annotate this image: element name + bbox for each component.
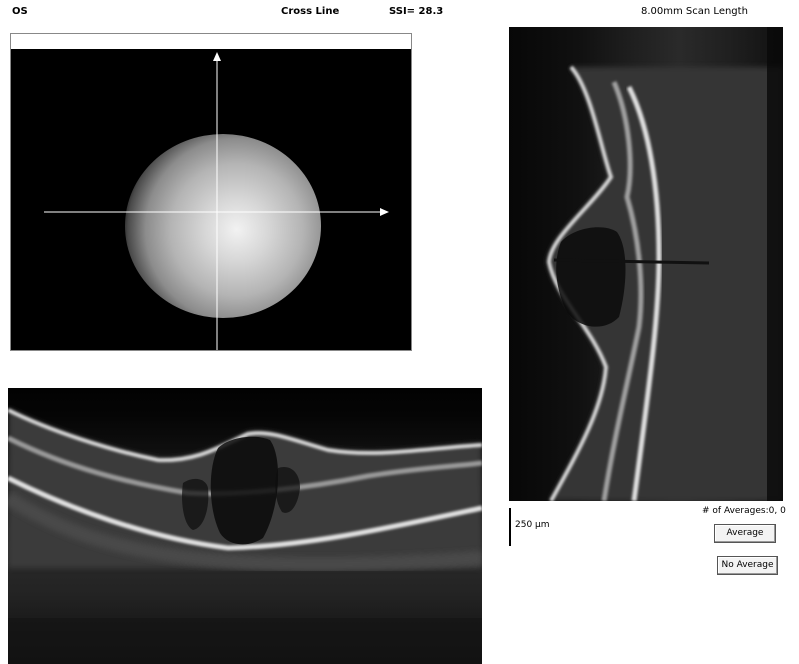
fundus-header-strip [11, 34, 411, 50]
eye-label: OS [12, 6, 28, 17]
scale-bar-label: 250 µm [515, 520, 550, 530]
scan-length-label: 8.00mm Scan Length [641, 6, 748, 17]
scan-mode-label: Cross Line [281, 6, 340, 17]
averages-label: # of Averages:0, 0 [702, 506, 786, 516]
no-average-button[interactable]: No Average [717, 556, 778, 575]
horizontal-bscan [8, 388, 482, 664]
fundus-image [11, 49, 411, 350]
crosshair-icon[interactable] [11, 49, 411, 350]
ssi-label: SSI= 28.3 [389, 6, 444, 17]
vertical-bscan [509, 27, 783, 501]
scale-bar [509, 508, 511, 546]
fundus-image-panel [10, 33, 412, 351]
average-button[interactable]: Average [714, 524, 776, 543]
